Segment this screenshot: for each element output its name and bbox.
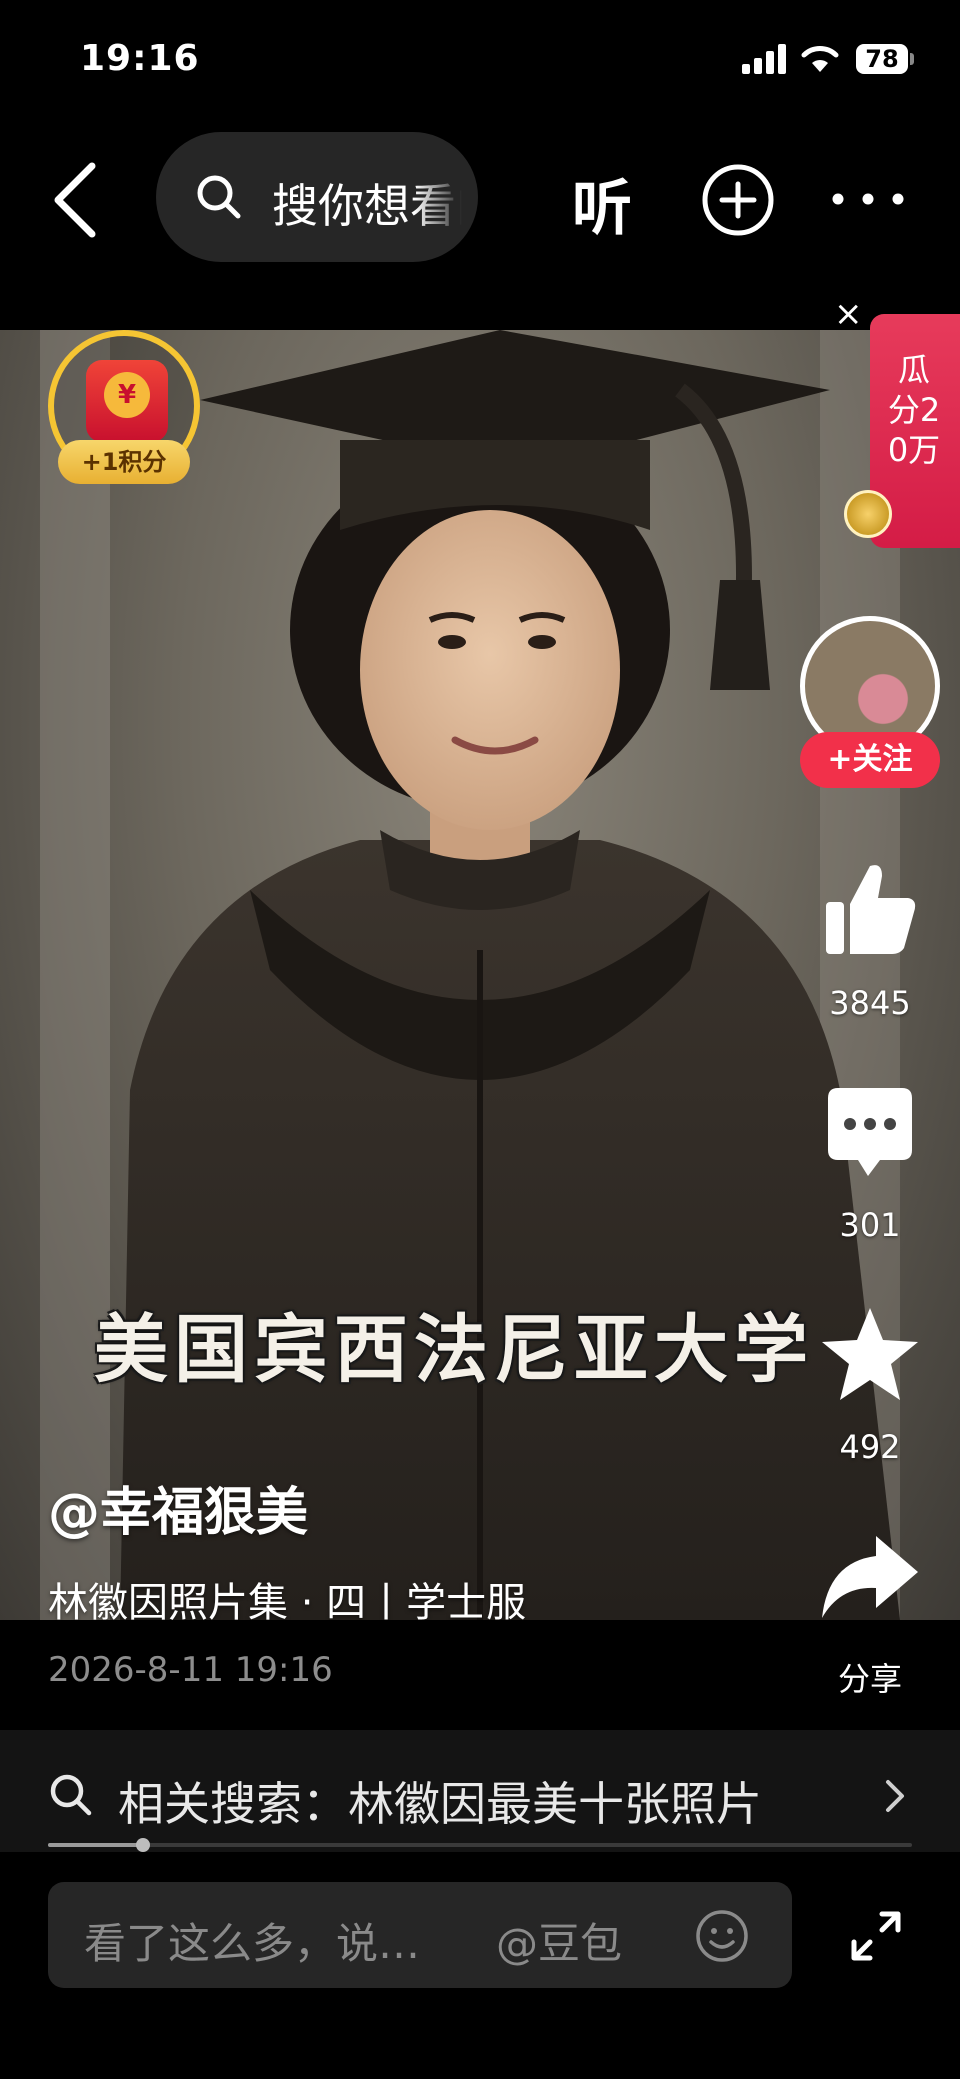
comment-count: 301 xyxy=(839,1206,901,1244)
comment-bubble-icon[interactable] xyxy=(818,1084,922,1188)
search-icon xyxy=(197,175,241,219)
thumbs-up-icon[interactable] xyxy=(818,858,922,962)
chevron-right-icon[interactable] xyxy=(880,1776,910,1816)
post-timestamp: 2026-8-11 19:16 xyxy=(48,1650,333,1690)
favorite-count: 492 xyxy=(839,1428,901,1466)
video-progress-handle[interactable] xyxy=(136,1838,150,1852)
medal-icon xyxy=(844,490,892,538)
expand-icon[interactable] xyxy=(848,1908,904,1964)
cellular-signal-icon xyxy=(742,44,788,74)
share-arrow-icon[interactable] xyxy=(818,1528,922,1632)
related-search-text[interactable]: 相关搜索：林徽因最美十张照片 xyxy=(118,1768,762,1834)
graduation-portrait-image xyxy=(40,330,900,1620)
promo-close-icon[interactable]: × xyxy=(834,294,863,334)
search-bar[interactable]: 搜你想看的 xyxy=(156,132,478,262)
search-placeholder: 搜你想看的 xyxy=(272,179,462,233)
comment-placeholder: 看了这么多，说… xyxy=(84,1919,421,1968)
promo-text: 瓜分20万 xyxy=(887,351,941,469)
follow-button[interactable]: +关注 xyxy=(800,732,940,788)
video-progress-track[interactable] xyxy=(48,1843,912,1847)
post-description[interactable]: 林徽因照片集 · 四丨学士服 xyxy=(48,1570,526,1628)
listen-button[interactable]: 听 xyxy=(572,160,632,247)
battery-indicator: 78 xyxy=(856,44,908,74)
video-progress-fill xyxy=(48,1843,143,1847)
wifi-icon xyxy=(801,46,839,72)
back-button[interactable] xyxy=(46,160,106,240)
plus-circle-icon[interactable] xyxy=(700,162,776,238)
mention-doubao[interactable]: @豆包 xyxy=(496,1910,622,1971)
search-icon xyxy=(50,1774,92,1816)
author-name[interactable]: @幸福狠美 xyxy=(48,1470,308,1545)
share-label: 分享 xyxy=(837,1660,902,1698)
more-horizontal-icon[interactable] xyxy=(830,184,906,214)
battery-tip xyxy=(910,53,914,65)
yuan-coin-icon: ¥ xyxy=(104,372,150,418)
star-icon[interactable] xyxy=(818,1304,922,1408)
reward-points-label: +1积分 xyxy=(58,440,190,484)
video-player[interactable] xyxy=(0,330,960,1620)
video-caption-overlay: 美国宾西法尼亚大学 xyxy=(94,1307,814,1393)
emoji-icon[interactable] xyxy=(694,1908,750,1964)
like-count: 3845 xyxy=(829,984,911,1022)
status-time: 19:16 xyxy=(80,38,200,79)
